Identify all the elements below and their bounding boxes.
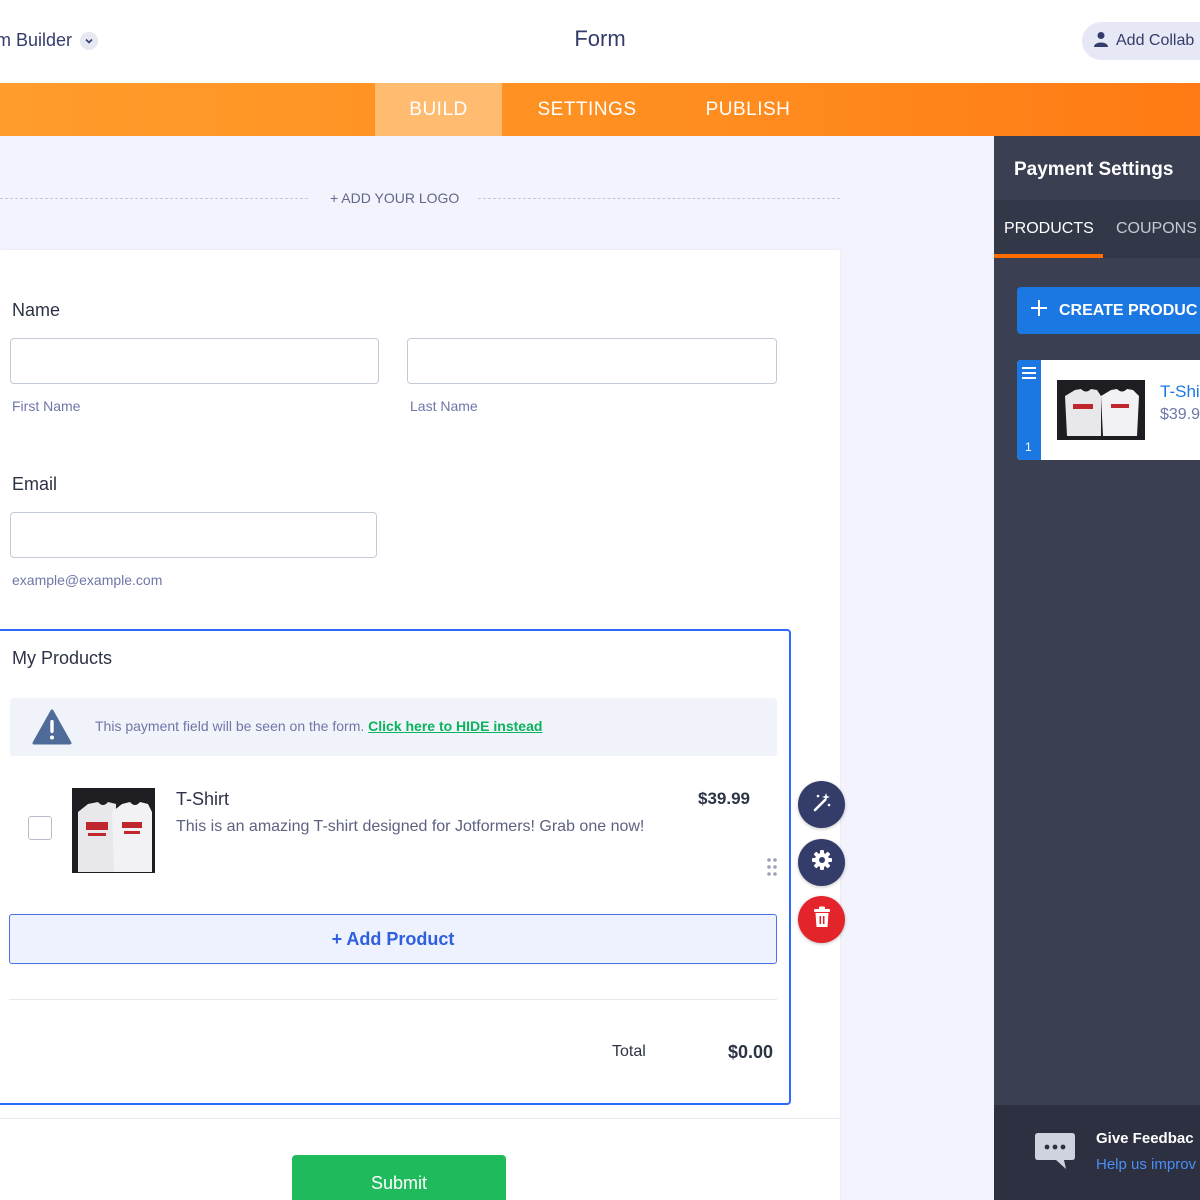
magic-wand-icon (811, 791, 833, 818)
products-divider (9, 999, 777, 1000)
last-name-sublabel: Last Name (410, 398, 478, 414)
name-label: Name (12, 300, 61, 320)
create-product-label: CREATE PRODUC (1059, 301, 1198, 319)
email-label: Email (12, 474, 58, 494)
create-product-button[interactable]: CREATE PRODUC (1017, 287, 1200, 334)
builder-nav: BUILD SETTINGS PUBLISH (0, 83, 1200, 136)
logo-divider-left (0, 198, 308, 199)
add-collaborator-label: Add Collab (1116, 32, 1195, 49)
product-price: $39.99 (698, 789, 750, 808)
submit-divider (0, 1118, 840, 1119)
add-logo-area[interactable]: + ADD YOUR LOGO (0, 188, 840, 208)
product-card-strip: 1 (1017, 360, 1041, 460)
first-name-sublabel: First Name (12, 398, 81, 414)
product-image (72, 788, 155, 873)
top-header: rm Builder Form Add Collab (0, 0, 1200, 83)
product-description: This is an amazing T-shirt designed for … (176, 818, 645, 835)
magic-wand-button[interactable] (798, 781, 845, 828)
panel-title: Payment Settings (1014, 159, 1174, 180)
product-name: T-Shirt (176, 789, 230, 809)
email-sublabel: example@example.com (12, 572, 163, 588)
notice-text: This payment field will be seen on the f… (95, 718, 542, 734)
add-product-button[interactable]: + Add Product (9, 914, 777, 964)
drag-handle-icon[interactable] (766, 857, 778, 882)
plus-icon (1031, 300, 1047, 321)
product-card-index: 1 (1025, 440, 1032, 454)
add-logo-label: + ADD YOUR LOGO (330, 190, 460, 206)
product-card-image (1057, 380, 1145, 440)
trash-icon (812, 906, 832, 933)
product-card-price: $39.9 (1160, 406, 1200, 423)
form-title: Form (574, 26, 626, 51)
add-collaborator-button[interactable]: Add Collab (1082, 22, 1200, 60)
tab-coupons[interactable]: COUPONS (1116, 220, 1197, 238)
payment-notice: This payment field will be seen on the f… (10, 698, 777, 756)
user-icon (1094, 31, 1108, 52)
active-tab-indicator (994, 254, 1103, 258)
tab-build[interactable]: BUILD (375, 83, 502, 136)
notice-message: This payment field will be seen on the f… (95, 718, 365, 734)
delete-field-button[interactable] (798, 896, 845, 943)
gear-icon (811, 849, 833, 876)
menu-icon[interactable] (1022, 366, 1036, 384)
tab-settings[interactable]: SETTINGS (520, 83, 654, 136)
total-value: $0.00 (728, 1042, 774, 1062)
tab-products[interactable]: PRODUCTS (1004, 220, 1094, 238)
chat-bubble-icon (1034, 1131, 1076, 1176)
tab-publish[interactable]: PUBLISH (688, 83, 808, 136)
warning-icon (32, 709, 72, 750)
last-name-input[interactable] (407, 338, 777, 384)
first-name-input[interactable] (10, 338, 379, 384)
email-input[interactable] (10, 512, 377, 558)
product-card-name: T-Shi (1160, 382, 1200, 401)
logo-divider-right (478, 198, 840, 199)
feedback-title: Give Feedbac (1096, 1130, 1194, 1147)
field-settings-button[interactable] (798, 839, 845, 886)
products-label: My Products (12, 648, 113, 668)
panel-tabs: PRODUCTS COUPONS (994, 200, 1200, 258)
submit-button[interactable]: Submit (292, 1155, 506, 1200)
feedback-link[interactable]: Help us improv (1096, 1156, 1196, 1173)
total-label: Total (612, 1043, 646, 1060)
feedback-area[interactable]: Give Feedbac Help us improv (994, 1105, 1200, 1200)
product-card[interactable]: 1 T-Shi $39.9 (1017, 360, 1200, 460)
product-checkbox[interactable] (28, 816, 52, 840)
payment-settings-panel: Payment Settings PRODUCTS COUPONS CREATE… (994, 136, 1200, 1200)
hide-payment-link[interactable]: Click here to HIDE instead (368, 718, 542, 734)
